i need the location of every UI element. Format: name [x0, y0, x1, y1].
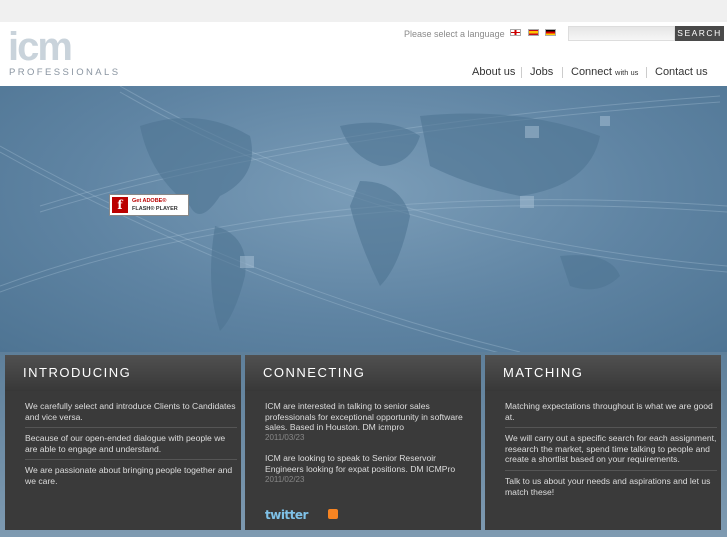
germany-flag-icon[interactable] — [545, 29, 556, 36]
world-map-graphic — [0, 86, 727, 352]
nav-jobs[interactable]: Jobs — [530, 66, 553, 78]
panel-title: INTRODUCING — [5, 355, 241, 391]
tweet-text[interactable]: ICM are interested in talking to senior … — [265, 401, 477, 433]
nav-about-us[interactable]: About us — [472, 66, 515, 78]
top-strip — [0, 0, 727, 22]
tweet-item: ICM are interested in talking to senior … — [265, 401, 477, 448]
logo-mark: icm — [8, 25, 73, 69]
nav-separator — [562, 67, 563, 78]
panel-item: Because of our open-ended dialogue with … — [25, 433, 237, 461]
search-input[interactable] — [568, 26, 675, 41]
logo-subtitle: PROFESSIONALS — [9, 67, 121, 78]
logo[interactable]: icm PROFESSIONALS — [8, 25, 118, 78]
spain-flag-icon[interactable] — [528, 29, 539, 36]
panel-introducing: INTRODUCING We carefully select and intr… — [5, 355, 241, 530]
footer — [0, 537, 727, 545]
panel-connecting: CONNECTING ICM are interested in talking… — [245, 355, 481, 530]
panel-item: Talk to us about your needs and aspirati… — [505, 475, 711, 497]
panel-item: We are passionate about bringing people … — [25, 465, 233, 486]
get-flash-player-badge[interactable]: f Get ADOBE® FLASH® PLAYER — [109, 194, 189, 216]
panel-title: MATCHING — [485, 355, 721, 391]
nav-connect[interactable]: Connect with us — [571, 66, 638, 78]
flash-badge-line2: FLASH® PLAYER — [132, 206, 178, 212]
nav-connect-label: Connect — [571, 66, 612, 78]
nav-separator — [521, 67, 522, 78]
rss-icon[interactable] — [328, 509, 338, 519]
nav-connect-small: with us — [615, 68, 639, 77]
panel-body: ICM are interested in talking to senior … — [265, 401, 477, 495]
panel-item: We carefully select and introduce Client… — [25, 401, 237, 429]
language-label: Please select a language — [404, 29, 505, 39]
twitter-logo[interactable]: twitter — [265, 508, 308, 522]
flash-badge-line1: Get ADOBE® — [132, 198, 167, 204]
flash-icon: f — [112, 197, 128, 213]
nav-separator — [646, 67, 647, 78]
nav-contact-us[interactable]: Contact us — [655, 66, 708, 78]
tweet-text[interactable]: ICM are looking to speak to Senior Reser… — [265, 453, 477, 474]
panel-body: Matching expectations throughout is what… — [505, 401, 717, 507]
tweet-item: ICM are looking to speak to Senior Reser… — [265, 453, 477, 490]
search-button[interactable]: SEARCH — [675, 26, 724, 41]
tweet-date: 2011/03/23 — [265, 432, 305, 442]
panel-title: CONNECTING — [245, 355, 481, 391]
tweet-date: 2011/02/23 — [265, 474, 305, 484]
panel-item: Matching expectations throughout is what… — [505, 401, 717, 429]
panel-matching: MATCHING Matching expectations throughou… — [485, 355, 721, 530]
hero-map: f Get ADOBE® FLASH® PLAYER — [0, 86, 727, 352]
site-header: icm PROFESSIONALS Please select a langua… — [0, 22, 727, 86]
panel-body: We carefully select and introduce Client… — [25, 401, 237, 497]
panel-item: We will carry out a specific search for … — [505, 433, 717, 471]
uk-flag-icon[interactable] — [510, 29, 521, 36]
